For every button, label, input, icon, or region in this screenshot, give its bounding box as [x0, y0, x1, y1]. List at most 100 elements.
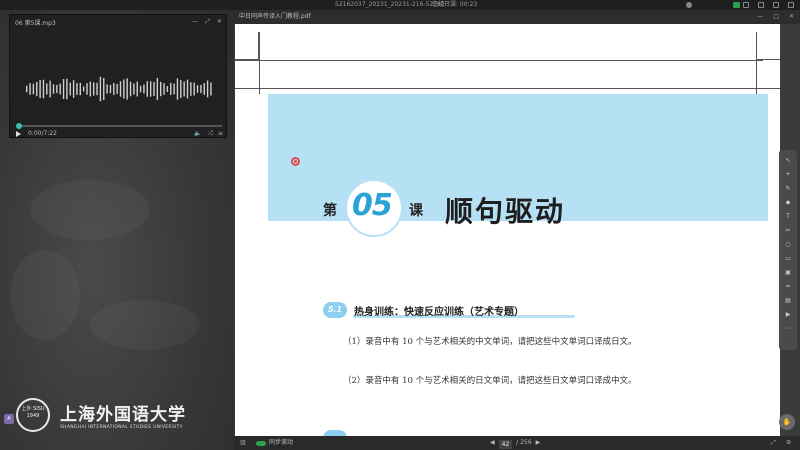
- more-icon[interactable]: ⋯: [784, 326, 792, 332]
- screen-icon[interactable]: ▣: [784, 270, 792, 276]
- sidebar-toggle-icon[interactable]: ▥: [240, 436, 246, 450]
- waveform-bar: [180, 79, 182, 99]
- settings-icon[interactable]: ⚙: [786, 436, 791, 450]
- waveform-bar: [86, 83, 88, 95]
- waveform-bar: [93, 82, 95, 96]
- pointer-icon[interactable]: ↖: [784, 158, 792, 164]
- waveform-bar: [36, 81, 38, 97]
- next-page-icon[interactable]: ▶: [536, 436, 541, 450]
- university-name-en: SHANGHAI INTERNATIONAL STUDIES UNIVERSIT…: [60, 425, 183, 430]
- window-title-bar: 52162037_20231_20231-216-52162... 已经开课: …: [0, 0, 800, 10]
- scissors-icon[interactable]: ✂: [784, 228, 792, 234]
- toggle-switch-icon[interactable]: [256, 440, 266, 446]
- text-icon[interactable]: T: [784, 214, 792, 220]
- sync-scroll-label: 同步滚动: [269, 439, 294, 446]
- pointer-cursor-icon: [291, 157, 300, 166]
- waveform-bar: [160, 81, 162, 97]
- shuffle-icon[interactable]: ⤮: [208, 130, 213, 138]
- waveform-bar: [149, 81, 152, 97]
- player-controls: 0:00/7:22 🔈 ⤮ ≡: [16, 130, 223, 139]
- prev-page-icon[interactable]: ◀: [490, 436, 495, 450]
- mic-icon[interactable]: [686, 2, 692, 8]
- page-navigator: ◀ 42 / 256 ▶: [490, 436, 540, 450]
- exercise-item: （1）录音中有 10 个与艺术相关的中文单词，请把这些中文单词口译成日文。: [343, 337, 637, 347]
- floating-menu-button[interactable]: ✋: [779, 414, 795, 430]
- waveform-bar: [56, 84, 58, 94]
- waveform-bar: [196, 85, 199, 93]
- waveform-bar: [39, 80, 41, 98]
- play-icon[interactable]: [16, 131, 21, 137]
- waveform-bar: [183, 81, 185, 97]
- close-icon[interactable]: ✕: [217, 18, 222, 26]
- waveform-bar: [203, 83, 205, 95]
- waveform-bar: [200, 84, 202, 94]
- waveform-bar: [106, 84, 108, 94]
- maximize-icon[interactable]: [773, 2, 779, 8]
- file-icon[interactable]: ▤: [784, 298, 792, 304]
- waveform-bar: [166, 86, 169, 92]
- pdf-page[interactable]: 第 05 课 顺句驱动 5.1 热身训练：快速反应训练（艺术专题） （1）录音中…: [235, 24, 780, 436]
- waveform-bar: [176, 78, 179, 100]
- waveform-bar: [136, 81, 138, 97]
- fullscreen-icon[interactable]: ⤢: [771, 436, 776, 450]
- playlist-icon[interactable]: ≡: [218, 130, 223, 137]
- close-icon[interactable]: [788, 2, 794, 8]
- audio-filename: 06 第5课.mp3: [15, 20, 56, 27]
- waveform-bar: [210, 82, 212, 96]
- audio-progress-bar[interactable]: [16, 123, 222, 129]
- settings-icon[interactable]: [743, 2, 749, 8]
- shape-icon[interactable]: ○: [784, 242, 792, 248]
- zoom-icon[interactable]: +: [784, 172, 792, 178]
- waveform-bar: [42, 79, 45, 99]
- waveform-bar: [156, 77, 159, 101]
- waveform-bar: [46, 83, 48, 95]
- player-window-controls: — ⤢ ✕: [192, 18, 222, 26]
- waveform-bar: [190, 82, 192, 96]
- volume-icon[interactable]: 🔈: [194, 130, 201, 137]
- minimize-icon[interactable]: [758, 2, 764, 8]
- screen: 52162037_20231_20231-216-52162... 已经开课: …: [0, 0, 800, 450]
- waveform-bar: [79, 82, 81, 96]
- waveform-bar: [193, 82, 195, 96]
- waveform-bar: [66, 78, 68, 100]
- whiteboard-icon[interactable]: ▭: [784, 256, 792, 262]
- mode-icon[interactable]: ≈: [784, 284, 792, 290]
- university-seal: 上外 SISU 1949: [16, 398, 50, 432]
- popout-icon[interactable]: ⤢: [205, 18, 210, 26]
- minimize-icon[interactable]: —: [757, 10, 763, 24]
- waveform-bar: [76, 83, 78, 95]
- pdf-viewer: 中日同声传译入门教程.pdf — □ ✕ 第 05 课 顺句驱动 5.1 热身训…: [234, 10, 800, 450]
- waveform-bar: [119, 81, 122, 97]
- waveform-bar: [123, 79, 125, 99]
- audio-waveform: [26, 76, 212, 102]
- pen-icon[interactable]: ✎: [784, 186, 792, 192]
- close-icon[interactable]: ✕: [789, 10, 794, 24]
- section-number: 5.1: [323, 302, 347, 318]
- waveform-bar: [173, 83, 175, 95]
- waveform-bar: [170, 83, 172, 95]
- waveform-bar: [139, 85, 142, 93]
- audio-player: 06 第5课.mp3 — ⤢ ✕ 0:00/7:22 🔈 ⤮ ≡: [9, 14, 227, 138]
- waveform-bar: [52, 84, 55, 94]
- lesson-suffix: 课: [409, 203, 423, 219]
- eraser-icon[interactable]: ◆: [784, 200, 792, 206]
- minimize-icon[interactable]: —: [192, 18, 198, 26]
- waveform-bar: [143, 84, 145, 94]
- camera-icon[interactable]: ▶: [784, 312, 792, 318]
- waveform-bar: [113, 82, 115, 96]
- audio-time: 0:00/7:22: [28, 130, 57, 137]
- progress-knob[interactable]: [16, 123, 22, 129]
- current-page-input[interactable]: 42: [498, 439, 513, 449]
- waveform-bar: [26, 85, 28, 93]
- avatar[interactable]: A: [4, 414, 14, 424]
- waveform-bar: [129, 81, 132, 97]
- lesson-title: 顺句驱动: [445, 195, 566, 228]
- maximize-icon[interactable]: □: [773, 10, 779, 24]
- waveform-bar: [72, 80, 75, 98]
- pdf-window-controls: — □ ✕: [757, 10, 794, 24]
- sync-scroll-toggle[interactable]: 同步滚动: [256, 436, 293, 450]
- waveform-bar: [69, 82, 71, 96]
- waveform-bar: [82, 86, 85, 92]
- waveform-bar: [29, 83, 31, 95]
- waveform-bar: [32, 83, 35, 95]
